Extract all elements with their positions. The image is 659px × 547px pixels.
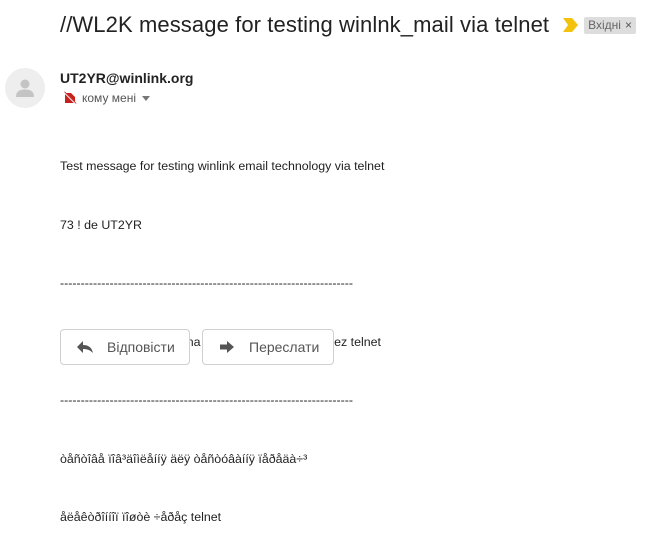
- body-line: ----------------------------------------…: [60, 276, 353, 290]
- importance-marker-icon[interactable]: [563, 18, 579, 32]
- body-line: ----------------------------------------…: [60, 393, 353, 407]
- reply-arrow-icon: [75, 339, 95, 355]
- body-line: òåñòîâå ïîâ³äîìëåííÿ äëÿ òåñòóâàííÿ ïåðå…: [60, 451, 308, 466]
- chevron-down-icon[interactable]: [142, 95, 150, 101]
- forward-arrow-icon: [217, 339, 237, 355]
- person-icon: [16, 79, 34, 97]
- restricted-recipient-icon: [63, 91, 77, 105]
- reply-button[interactable]: Відповісти: [60, 329, 190, 365]
- sender-address: UT2YR@winlink.org: [60, 70, 194, 86]
- message-header: //WL2K message for testing winlnk_mail v…: [60, 12, 636, 38]
- message-subject: //WL2K message for testing winlnk_mail v…: [60, 12, 550, 37]
- recipient-label: кому мені: [82, 91, 136, 105]
- remove-label-icon[interactable]: ×: [625, 18, 632, 32]
- inbox-label-text: Вхідні: [588, 17, 621, 32]
- body-line: Test message for testing winlink email t…: [60, 159, 385, 173]
- forward-button-label: Переслати: [249, 339, 320, 355]
- forward-button[interactable]: Переслати: [202, 329, 334, 365]
- reply-button-label: Відповісти: [107, 339, 175, 355]
- recipient-details-toggle[interactable]: кому мені: [63, 91, 150, 105]
- avatar: [5, 68, 45, 108]
- body-line: 73 ! de UT2YR: [60, 217, 142, 232]
- body-line: åëåêòðîííîї ïîøòè ÷åðåç telnet: [60, 510, 222, 524]
- inbox-label-chip: Вхідні ×: [584, 16, 636, 34]
